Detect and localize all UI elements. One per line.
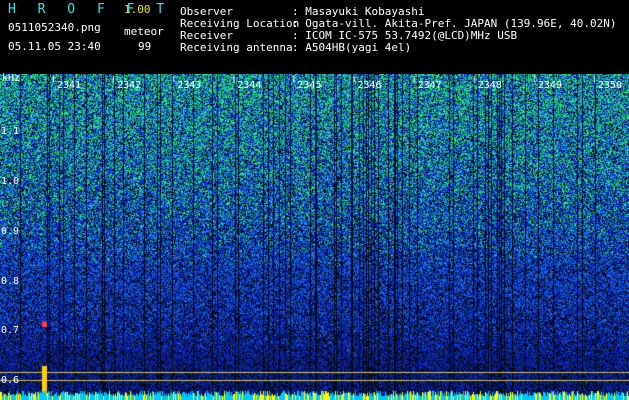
file-name: 0511052340.png	[8, 21, 101, 34]
x-tick-label: 2346	[357, 80, 382, 91]
x-tick-label: 2345	[297, 80, 322, 91]
app-version: 1.00	[124, 3, 151, 16]
y-tick-label: 0.9	[1, 226, 20, 237]
x-tick-label: 2343	[177, 80, 202, 91]
detector-count: 99	[138, 40, 152, 53]
x-tick-label: 2350	[597, 80, 622, 91]
spectrogram-canvas[interactable]	[0, 74, 629, 400]
y-axis-unit: kHz	[2, 73, 21, 84]
file-datetime: 05.11.05 23:40	[8, 40, 101, 53]
info-key-antenna: Receiving antenna	[180, 41, 293, 54]
x-tick-label: 2344	[237, 80, 262, 91]
x-tick-label: 2347	[417, 80, 442, 91]
y-tick-label: 0.7	[1, 325, 20, 336]
info-value-antenna: : A504HB(yagi 4el)	[292, 41, 412, 54]
y-tick-label: 1.1	[1, 126, 20, 137]
x-tick-label: 2341	[57, 80, 82, 91]
x-tick-label: 2342	[117, 80, 142, 91]
y-tick-label: 0.8	[1, 276, 20, 287]
y-tick-label: 0.6	[1, 375, 20, 386]
y-tick-label: 1.0	[1, 176, 20, 187]
detector-label: meteor	[124, 25, 164, 38]
x-tick-label: 2349	[537, 80, 562, 91]
x-tick-label: 2348	[477, 80, 502, 91]
